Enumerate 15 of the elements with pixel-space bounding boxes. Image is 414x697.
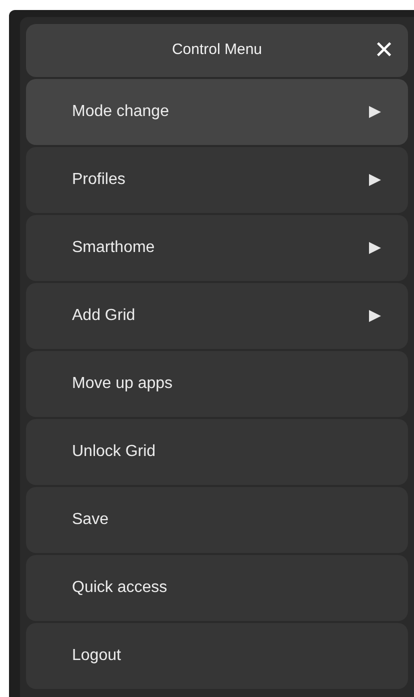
menu-item[interactable]: Profiles — [26, 147, 408, 213]
submenu-arrow-icon — [368, 309, 382, 323]
submenu-arrow-icon — [368, 105, 382, 119]
submenu-arrow-icon — [368, 173, 382, 187]
submenu-arrow-icon — [368, 241, 382, 255]
menu-item[interactable]: Mode change — [26, 79, 408, 145]
menu-item[interactable]: Quick access — [26, 555, 408, 621]
menu-item[interactable]: Logout — [26, 623, 408, 689]
menu-item[interactable]: Unlock Grid — [26, 419, 408, 485]
menu-title: Control Menu — [172, 40, 262, 60]
close-button[interactable]: ✕ — [374, 38, 394, 62]
menu-item[interactable]: Move up apps — [26, 351, 408, 417]
menu-item[interactable]: Add Grid — [26, 283, 408, 349]
menu-item[interactable]: Save — [26, 487, 408, 553]
menu-item[interactable]: Smarthome — [26, 215, 408, 281]
